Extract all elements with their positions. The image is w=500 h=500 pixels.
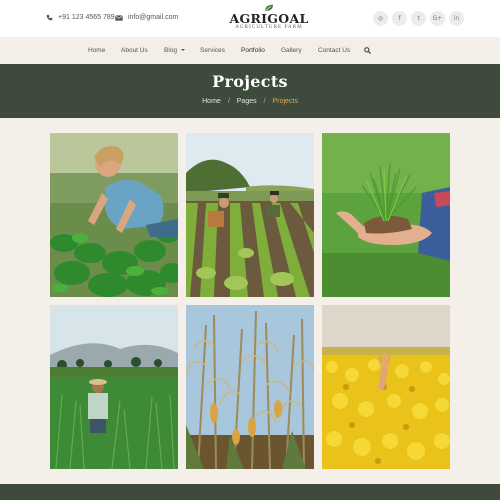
nav-services[interactable]: Services <box>200 47 225 54</box>
breadcrumb-separator: / <box>227 98 230 105</box>
project-image-woman-planting[interactable] <box>50 133 178 297</box>
photo-farmer-in-field <box>50 305 178 469</box>
email-contact[interactable]: info@gmail.com <box>115 14 178 21</box>
phone-contact[interactable]: +91 123 4565 789 <box>46 14 115 21</box>
photo-hand-holding-seedling <box>322 133 450 297</box>
breadcrumb: Home / Pages / Projects <box>0 98 500 105</box>
chevron-down-icon <box>181 49 186 52</box>
nav-about[interactable]: About Us <box>121 47 148 54</box>
photo-hand-in-yellow-flowers <box>322 305 450 469</box>
envelope-icon <box>115 14 123 21</box>
main-nav: Home About Us Blog Services Portfolio Ga… <box>0 37 500 64</box>
footer-strip <box>0 484 500 500</box>
breadcrumb-pages[interactable]: Pages <box>237 98 257 105</box>
logo-tagline: AGRICULTURE FARM <box>235 25 303 30</box>
project-image-farmers-rows[interactable] <box>186 133 314 297</box>
phone-number: +91 123 4565 789 <box>58 14 115 21</box>
project-image-corn-stalks[interactable] <box>186 305 314 469</box>
twitter-icon[interactable]: t <box>411 11 426 26</box>
project-image-yellow-flowers[interactable] <box>322 305 450 469</box>
project-image-farmer-field[interactable] <box>50 305 178 469</box>
project-image-seedling-hand[interactable] <box>322 133 450 297</box>
rss-icon[interactable]: ◎ <box>373 11 388 26</box>
nav-blog[interactable]: Blog <box>164 47 186 54</box>
google-plus-icon[interactable]: G+ <box>430 11 445 26</box>
nav-contact[interactable]: Contact Us <box>318 47 350 54</box>
photo-woman-planting-greens <box>50 133 178 297</box>
page-title: Projects <box>212 72 288 91</box>
site-logo[interactable]: AGRIGOAL AGRICULTURE FARM <box>224 4 314 34</box>
photo-corn-stalks <box>186 305 314 469</box>
top-bar: +91 123 4565 789 info@gmail.com AGRIGOAL… <box>0 0 500 37</box>
nav-gallery[interactable]: Gallery <box>281 47 302 54</box>
search-icon[interactable] <box>364 47 371 54</box>
linkedin-icon[interactable]: in <box>449 11 464 26</box>
breadcrumb-separator: / <box>263 98 266 105</box>
email-address: info@gmail.com <box>128 14 179 21</box>
photo-farmers-in-rows <box>186 133 314 297</box>
facebook-icon[interactable]: f <box>392 11 407 26</box>
logo-name: AGRIGOAL <box>229 11 309 26</box>
social-links: ◎ f t G+ in <box>373 11 464 26</box>
nav-blog-label: Blog <box>164 47 178 54</box>
nav-portfolio[interactable]: Portfolio <box>241 47 265 54</box>
phone-icon <box>46 14 53 21</box>
breadcrumb-current: Projects <box>272 98 298 105</box>
breadcrumb-home[interactable]: Home <box>202 98 221 105</box>
page-banner: Projects Home / Pages / Projects <box>0 64 500 118</box>
nav-home[interactable]: Home <box>88 47 105 54</box>
